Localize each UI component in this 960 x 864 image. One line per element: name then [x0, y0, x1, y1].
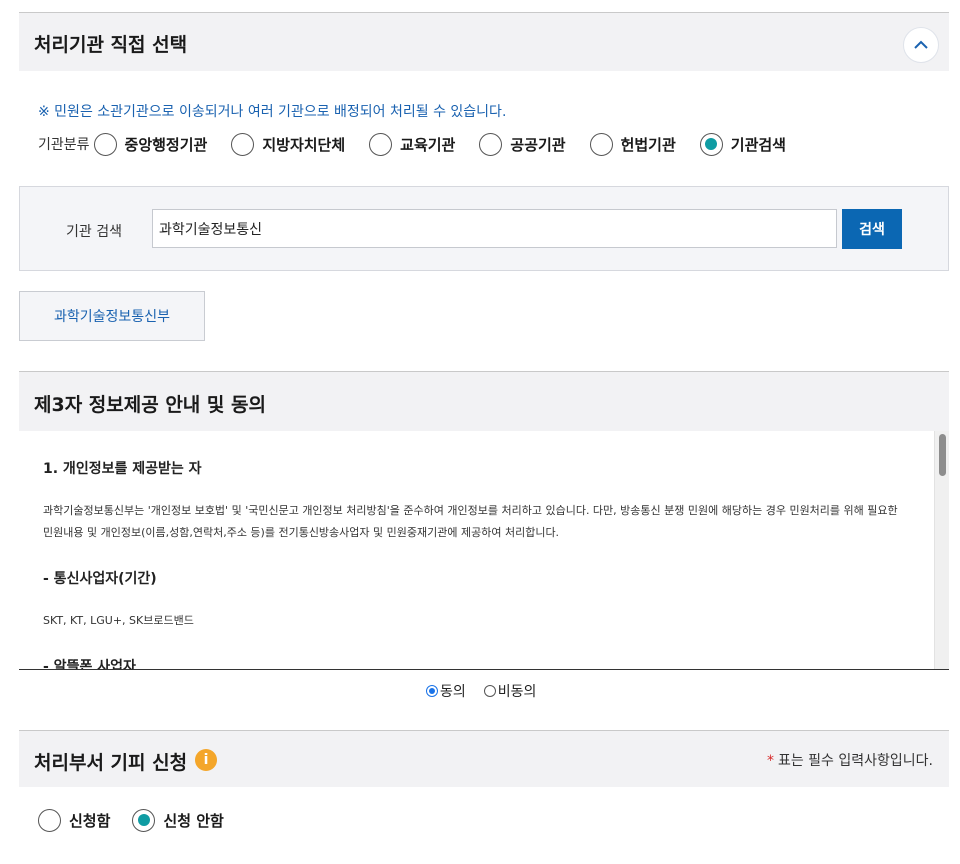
radio-button[interactable]	[479, 132, 503, 156]
classification-label: 기관분류	[38, 137, 90, 153]
terms-paragraph: 민원내용 및 개인정보(이름,성함,연락처,주소 등)를 전기통신방송사업자 및…	[43, 526, 560, 539]
third-party-header: 제3자 정보제공 안내 및 동의	[19, 371, 949, 431]
radio-label: 헌법기관	[620, 135, 676, 154]
radio-button[interactable]	[699, 132, 723, 156]
search-result-item[interactable]: 과학기술정보통신부	[19, 291, 205, 341]
radio-button[interactable]	[231, 132, 255, 156]
radio-label: 공공기관	[510, 135, 566, 154]
radio-label: 동의	[440, 684, 466, 700]
required-note: * 표는 필수 입력사항입니다.	[767, 750, 933, 770]
avoid-radio-group: 신청함 신청 안함	[38, 807, 224, 833]
third-party-terms-box[interactable]: 1. 개인정보를 제공받는 자 과학기술정보통신부는 '개인정보 보호법' 및 …	[19, 431, 949, 670]
radio-button[interactable]	[369, 132, 393, 156]
radio-button[interactable]	[589, 132, 613, 156]
classification-radio-group: 기관분류 중앙행정기관 지방자치단체 교육기관 공공기관 헌법기관 기관검색	[38, 130, 786, 158]
radio-label: 비동의	[497, 684, 537, 700]
radio-button[interactable]	[38, 808, 61, 832]
agency-search-input[interactable]	[152, 209, 837, 248]
collapse-button[interactable]	[903, 27, 939, 63]
radio-button[interactable]	[483, 685, 496, 697]
radio-label: 신청 안함	[163, 811, 224, 830]
radio-label: 교육기관	[400, 135, 456, 154]
terms-heading: 1. 개인정보를 제공받는 자	[43, 461, 202, 477]
required-star: *	[766, 753, 774, 769]
scrollbar[interactable]	[934, 431, 949, 669]
radio-agency-search[interactable]: 기관검색	[699, 132, 786, 156]
section-title: 처리부서 기피 신청	[34, 752, 188, 774]
terms-heading: - 통신사업자(기간)	[43, 571, 157, 587]
radio-constitutional[interactable]: 헌법기관	[589, 132, 676, 156]
radio-not-apply[interactable]: 신청 안함	[132, 808, 224, 832]
radio-apply[interactable]: 신청함	[38, 808, 111, 832]
radio-label: 지방자치단체	[262, 135, 346, 154]
avoid-department-header: 처리부서 기피 신청 i * 표는 필수 입력사항입니다.	[19, 730, 949, 787]
chevron-up-icon	[914, 40, 928, 49]
radio-label: 중앙행정기관	[124, 135, 208, 154]
radio-button[interactable]	[132, 808, 156, 832]
radio-label: 기관검색	[730, 135, 786, 154]
radio-public-institution[interactable]: 공공기관	[479, 132, 566, 156]
radio-agree[interactable]: 동의	[426, 681, 466, 701]
terms-paragraph: 과학기술정보통신부는 '개인정보 보호법' 및 '국민신문고 개인정보 처리방침…	[43, 504, 898, 517]
radio-button[interactable]	[93, 132, 117, 156]
agency-select-header: 처리기관 직접 선택	[19, 12, 949, 71]
radio-local-government[interactable]: 지방자치단체	[231, 132, 346, 156]
radio-central-agency[interactable]: 중앙행정기관	[93, 132, 208, 156]
section-title: 제3자 정보제공 안내 및 동의	[34, 394, 266, 416]
radio-disagree[interactable]: 비동의	[483, 681, 537, 701]
info-icon[interactable]: i	[195, 749, 217, 771]
radio-button[interactable]	[426, 685, 438, 697]
search-label: 기관 검색	[66, 224, 122, 240]
agency-search-panel: 기관 검색 검색	[19, 186, 949, 271]
search-button[interactable]: 검색	[842, 209, 902, 249]
radio-label: 신청함	[69, 811, 111, 830]
terms-paragraph: SKT, KT, LGU+, SK브로드밴드	[43, 614, 194, 627]
section-title: 처리기관 직접 선택	[34, 34, 188, 56]
required-note-text: 표는 필수 입력사항입니다.	[777, 753, 933, 769]
radio-education[interactable]: 교육기관	[369, 132, 456, 156]
scrollbar-thumb[interactable]	[939, 434, 946, 476]
consent-radio-group: 동의 비동의	[426, 681, 536, 701]
terms-heading: - 알뜰폰 사업자	[43, 659, 136, 670]
notice-text: ※ 민원은 소관기관으로 이송되거나 여러 기관으로 배정되어 처리될 수 있습…	[38, 104, 507, 120]
